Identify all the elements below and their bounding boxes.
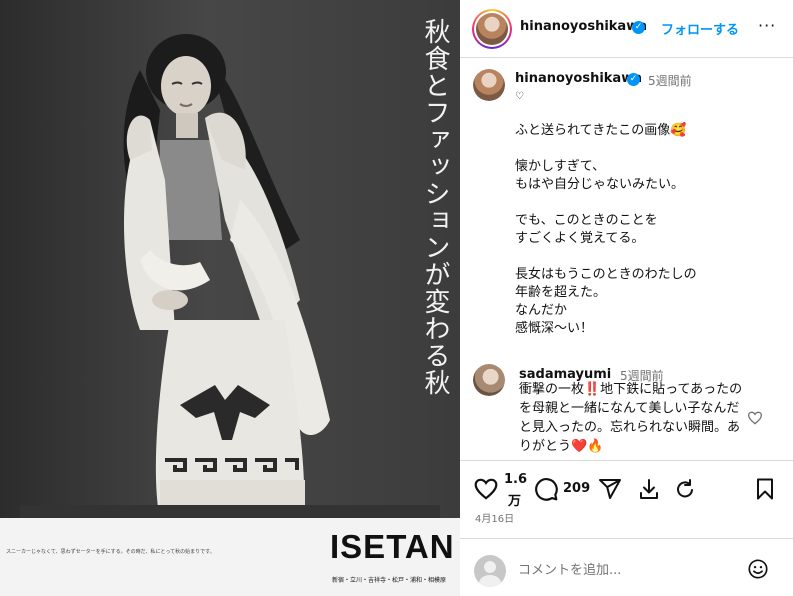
post-header: hinanoyoshikawa ✓ フォローする ··· [460,0,793,58]
comment-input[interactable] [518,559,738,581]
repost-icon[interactable] [673,477,697,501]
isetan-logo-block: ISETAN 新宿・立川・吉祥寺・松戸・浦和・相模原 [330,528,454,588]
post-panel: hinanoyoshikawa ✓ フォローする ··· hinanoyoshi… [460,0,793,596]
like-count-unit: 万 [508,494,522,509]
isetan-logo: ISETAN [330,528,455,565]
emoji-icon[interactable] [747,558,769,580]
post-photo[interactable]: 秋食とファッションが変わる秋 スニーカーじゃなくて、思わずセーターを手にする。そ… [0,0,460,596]
current-user-avatar [474,555,506,587]
comment-count[interactable]: 209 [563,481,590,496]
caption-timestamp[interactable]: 5週間前 [648,72,692,89]
comment-composer [460,538,793,596]
post-date[interactable]: 4月16日 [475,510,514,525]
ad-headline: 秋食とファッションが変わる秋 [420,18,450,396]
verified-badge-icon: ✓ [627,73,640,86]
bookmark-icon[interactable] [753,477,777,501]
heart-icon[interactable] [473,476,499,502]
verified-badge-icon: ✓ [632,21,645,34]
post-action-bar: 1.6 万 209 4月16日 [460,460,793,530]
ad-body-copy: スニーカーじゃなくて、思わずセーターを手にする。その時だ、私にとって秋の始まりで… [6,549,215,555]
caption-username[interactable]: hinanoyoshikawa [515,71,642,86]
author-avatar[interactable] [472,9,512,49]
more-icon[interactable]: ··· [758,16,776,35]
caption-heart-glyph: ♡ [515,91,524,102]
comments-area[interactable]: hinanoyoshikawa ✓ 5週間前 ♡ ふと送られてきたこの画像🥰 懐… [460,58,793,460]
commenter-avatar[interactable] [473,364,505,396]
comment-text: 衝撃の一枚‼️地下鉄に貼ってあったのを母親と一緒になんて美しい子なんだと見入った… [519,382,743,454]
comment-like-heart-icon[interactable] [747,410,763,426]
isetan-store-list: 新宿・立川・吉祥寺・松戸・浦和・相模原 [332,577,447,584]
caption-text: ふと送られてきたこの画像🥰 懐かしすぎて、 もはや自分じゃないみたい。 でも、こ… [515,123,697,336]
author-username[interactable]: hinanoyoshikawa [520,19,647,34]
comment-icon[interactable] [533,476,559,502]
like-count[interactable]: 1.6 [504,472,527,487]
save-icon[interactable] [637,477,661,501]
share-icon[interactable] [598,477,622,501]
caption-author-avatar[interactable] [473,69,505,101]
follow-button[interactable]: フォローする [661,19,739,38]
woman-in-sweater-figure [20,34,440,520]
